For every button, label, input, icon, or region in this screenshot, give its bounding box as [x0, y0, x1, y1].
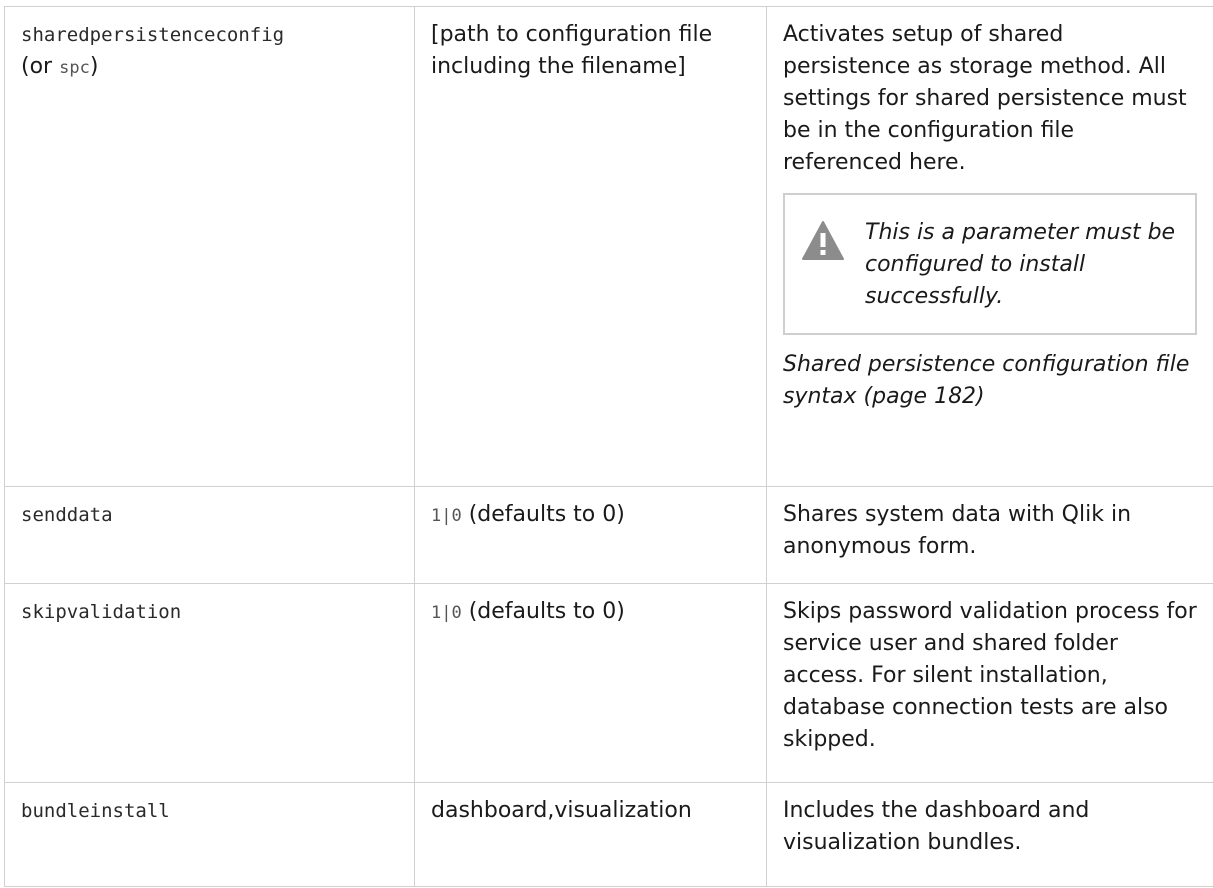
param-name: skipvalidation: [21, 601, 182, 623]
parameters-table: sharedpersistenceconfig (or spc) [path t…: [4, 6, 1213, 887]
cross-reference-link[interactable]: Shared persistence configuration file sy…: [783, 349, 1197, 413]
param-name: senddata: [21, 504, 113, 526]
value-cell: [path to configuration file including th…: [414, 6, 767, 487]
value-cell: dashboard,visualization: [414, 782, 767, 887]
param-alias-code: spc: [59, 58, 90, 78]
param-description: Activates setup of shared persistence as…: [783, 22, 1187, 175]
description-cell: Includes the dashboard and visualization…: [766, 782, 1213, 887]
value-cell: 1|0 (defaults to 0): [414, 486, 767, 584]
param-value-code: 1|0: [431, 506, 462, 526]
param-description: Skips password validation process for se…: [783, 599, 1197, 752]
table-row: skipvalidation 1|0 (defaults to 0) Skips…: [4, 583, 1213, 783]
param-cell: bundleinstall: [4, 782, 415, 887]
description-cell: Skips password validation process for se…: [766, 583, 1213, 783]
param-value-code: 1|0: [431, 603, 462, 623]
param-alias-close: ): [89, 54, 99, 79]
param-value: dashboard,visualization: [431, 798, 692, 823]
param-cell: sharedpersistenceconfig (or spc): [4, 6, 415, 487]
warning-triangle-icon: [802, 221, 844, 260]
param-alias-open: (or: [21, 54, 60, 79]
description-cell: Shares system data with Qlik in anonymou…: [766, 486, 1213, 584]
value-cell: 1|0 (defaults to 0): [414, 583, 767, 783]
table-row: bundleinstall dashboard,visualization In…: [4, 782, 1213, 887]
param-cell: senddata: [4, 486, 415, 584]
param-cell: skipvalidation: [4, 583, 415, 783]
table-row: sharedpersistenceconfig (or spc) [path t…: [4, 6, 1213, 487]
param-value-text: (defaults to 0): [461, 502, 625, 527]
param-value: [path to configuration file including th…: [431, 22, 713, 79]
warning-box: This is a parameter must be configured t…: [783, 193, 1197, 335]
table-row: senddata 1|0 (defaults to 0) Shares syst…: [4, 486, 1213, 584]
description-cell: Activates setup of shared persistence as…: [766, 6, 1213, 487]
param-value-text: (defaults to 0): [461, 599, 625, 624]
param-name: sharedpersistenceconfig: [21, 24, 285, 46]
warning-text: This is a parameter must be configured t…: [865, 220, 1176, 309]
param-description: Includes the dashboard and visualization…: [783, 798, 1090, 855]
param-description: Shares system data with Qlik in anonymou…: [783, 502, 1132, 559]
param-name: bundleinstall: [21, 800, 170, 822]
